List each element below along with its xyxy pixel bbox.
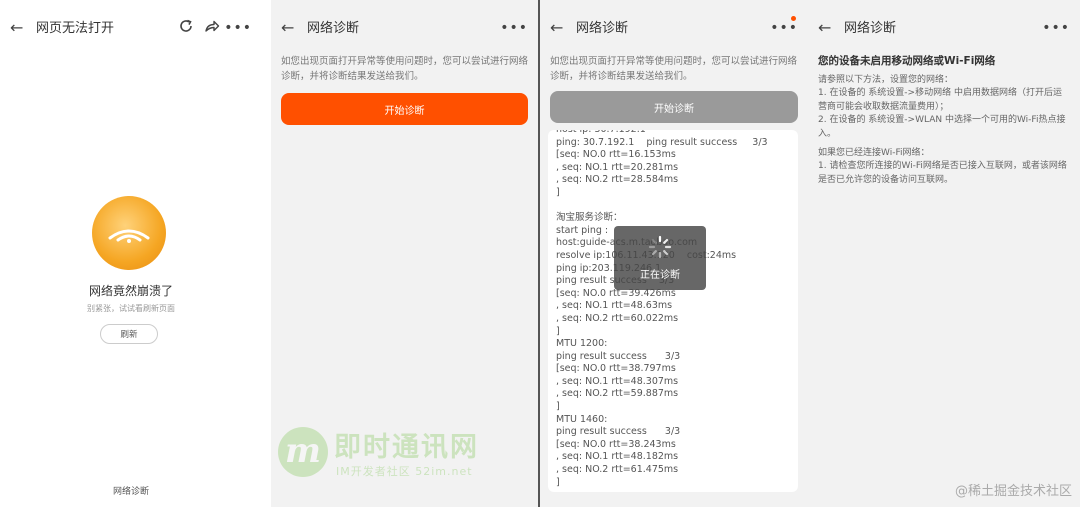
- notification-dot: [791, 16, 796, 21]
- top-bar: ← 网页无法打开 •••: [0, 12, 262, 46]
- diagnosis-log-card[interactable]: host ip: 30.7.192.1ping: 30.7.192.1 ping…: [548, 130, 798, 492]
- back-arrow-icon[interactable]: ←: [281, 18, 294, 38]
- back-arrow-icon[interactable]: ←: [818, 18, 831, 38]
- im-watermark-subtitle: IM开发者社区 52im.net: [336, 465, 473, 478]
- im-logo-icon: m: [278, 427, 328, 477]
- log-line: ping: 30.7.192.1 ping result success 3/3: [556, 136, 768, 148]
- diagnosis-intro-text: 如您出现页面打开异常等使用问题时，您可以尝试进行网络诊断，并将诊断结果发送给我们…: [550, 56, 798, 82]
- more-icon[interactable]: •••: [224, 18, 252, 38]
- network-help-text: 请参照以下方法，设置您的网络： 1. 在设备的 系统设置->移动网络 中启用数据…: [818, 74, 1070, 187]
- log-line: MTU 1460:: [556, 413, 608, 425]
- log-line: [seq: NO.0 rtt=38.797ms: [556, 363, 676, 375]
- page-title: 网络诊断: [307, 21, 360, 36]
- network-disabled-panel: ← 网络诊断 ••• 您的设备未启用移动网络或Wi-Fi网络 请参照以下方法，设…: [808, 0, 1080, 507]
- log-line: , seq: NO.1 rtt=20.281ms: [556, 161, 679, 173]
- more-icon[interactable]: •••: [1042, 18, 1070, 38]
- log-line: ping result success 3/3: [556, 426, 681, 438]
- page-title: 网络诊断: [844, 21, 897, 36]
- top-bar: ← 网络诊断 •••: [808, 12, 1080, 46]
- help-step-1: 1. 在设备的 系统设置->移动网络 中启用数据网络（打开后运营商可能会收取数据…: [818, 88, 1062, 112]
- log-line: ]: [556, 476, 560, 488]
- log-line: host ip: 30.7.192.1: [556, 130, 792, 137]
- log-line: ]: [556, 186, 560, 198]
- log-line: ping result success 3/3: [556, 350, 681, 362]
- page-title: 网页无法打开: [36, 21, 115, 36]
- start-diagnosis-button[interactable]: 开始诊断: [281, 93, 528, 125]
- more-icon[interactable]: •••: [500, 18, 528, 38]
- top-bar: ← 网络诊断 •••: [540, 12, 808, 46]
- log-line: [seq: NO.0 rtt=38.243ms: [556, 438, 676, 450]
- log-line: , seq: NO.2 rtt=28.584ms: [556, 174, 679, 186]
- back-arrow-icon[interactable]: ←: [10, 18, 23, 38]
- page-title: 网络诊断: [576, 21, 629, 36]
- log-line: , seq: NO.1 rtt=48.307ms: [556, 375, 679, 387]
- log-line: , seq: NO.2 rtt=61.475ms: [556, 464, 679, 476]
- refresh-icon[interactable]: [178, 18, 194, 38]
- network-diagnosis-link[interactable]: 网络诊断: [0, 484, 262, 497]
- help-step-2: 2. 在设备的 系统设置->WLAN 中选择一个可用的Wi-Fi热点接入。: [818, 115, 1066, 139]
- log-line: , seq: NO.2 rtt=60.022ms: [556, 312, 679, 324]
- log-line: , seq: NO.1 rtt=48.182ms: [556, 451, 679, 463]
- error-subtitle: 别紧张，试试看刷新页面: [87, 304, 175, 313]
- spinner-icon: [648, 235, 672, 259]
- help-check: 1. 请检查您所连接的Wi-Fi网络是否已接入互联网，或者该网络是否已允许您的设…: [818, 161, 1067, 185]
- help-lead: 请参照以下方法，设置您的网络：: [818, 75, 954, 85]
- im-watermark: m 即时通讯网 IM开发者社区 52im.net: [278, 425, 528, 487]
- broken-wifi-icon: [108, 229, 150, 243]
- log-line: ]: [556, 401, 560, 413]
- top-bar: ← 网络诊断 •••: [271, 12, 538, 46]
- refresh-button[interactable]: 刷新: [100, 324, 158, 344]
- log-line: , seq: NO.1 rtt=48.63ms: [556, 300, 673, 312]
- error-title: 网络竟然崩溃了: [88, 284, 173, 298]
- log-line: MTU 1200:: [556, 338, 608, 350]
- loading-toast: 正在诊断: [614, 226, 706, 290]
- im-watermark-title: 即时通讯网: [334, 432, 479, 463]
- more-icon[interactable]: •••: [770, 18, 798, 38]
- diagnosis-intro-text: 如您出现页面打开异常等使用问题时，您可以尝试进行网络诊断，并将诊断结果发送给我们…: [281, 56, 529, 82]
- back-arrow-icon[interactable]: ←: [550, 18, 563, 38]
- log-line: [seq: NO.0 rtt=16.153ms: [556, 149, 676, 161]
- log-line: , seq: NO.2 rtt=59.887ms: [556, 388, 679, 400]
- diagnosis-log: host ip: 30.7.192.1ping: 30.7.192.1 ping…: [556, 130, 792, 489]
- log-line: 淘宝服务诊断：: [556, 212, 623, 224]
- loading-text: 正在诊断: [640, 270, 680, 281]
- help-connected: 如果您已经连接Wi-Fi网络：: [818, 148, 930, 159]
- start-diagnosis-button-disabled: 开始诊断: [550, 91, 798, 123]
- log-line: ]: [556, 325, 560, 337]
- error-page-panel: ← 网页无法打开 ••• 网络竟然崩溃了 别紧张，试试看刷新页面 刷新 网络诊断: [0, 0, 262, 507]
- share-icon[interactable]: [204, 18, 220, 38]
- network-crash-illustration: [92, 196, 166, 270]
- juejin-watermark: @稀土掘金技术社区: [954, 484, 1072, 499]
- network-disabled-heading: 您的设备未启用移动网络或Wi-Fi网络: [818, 55, 996, 67]
